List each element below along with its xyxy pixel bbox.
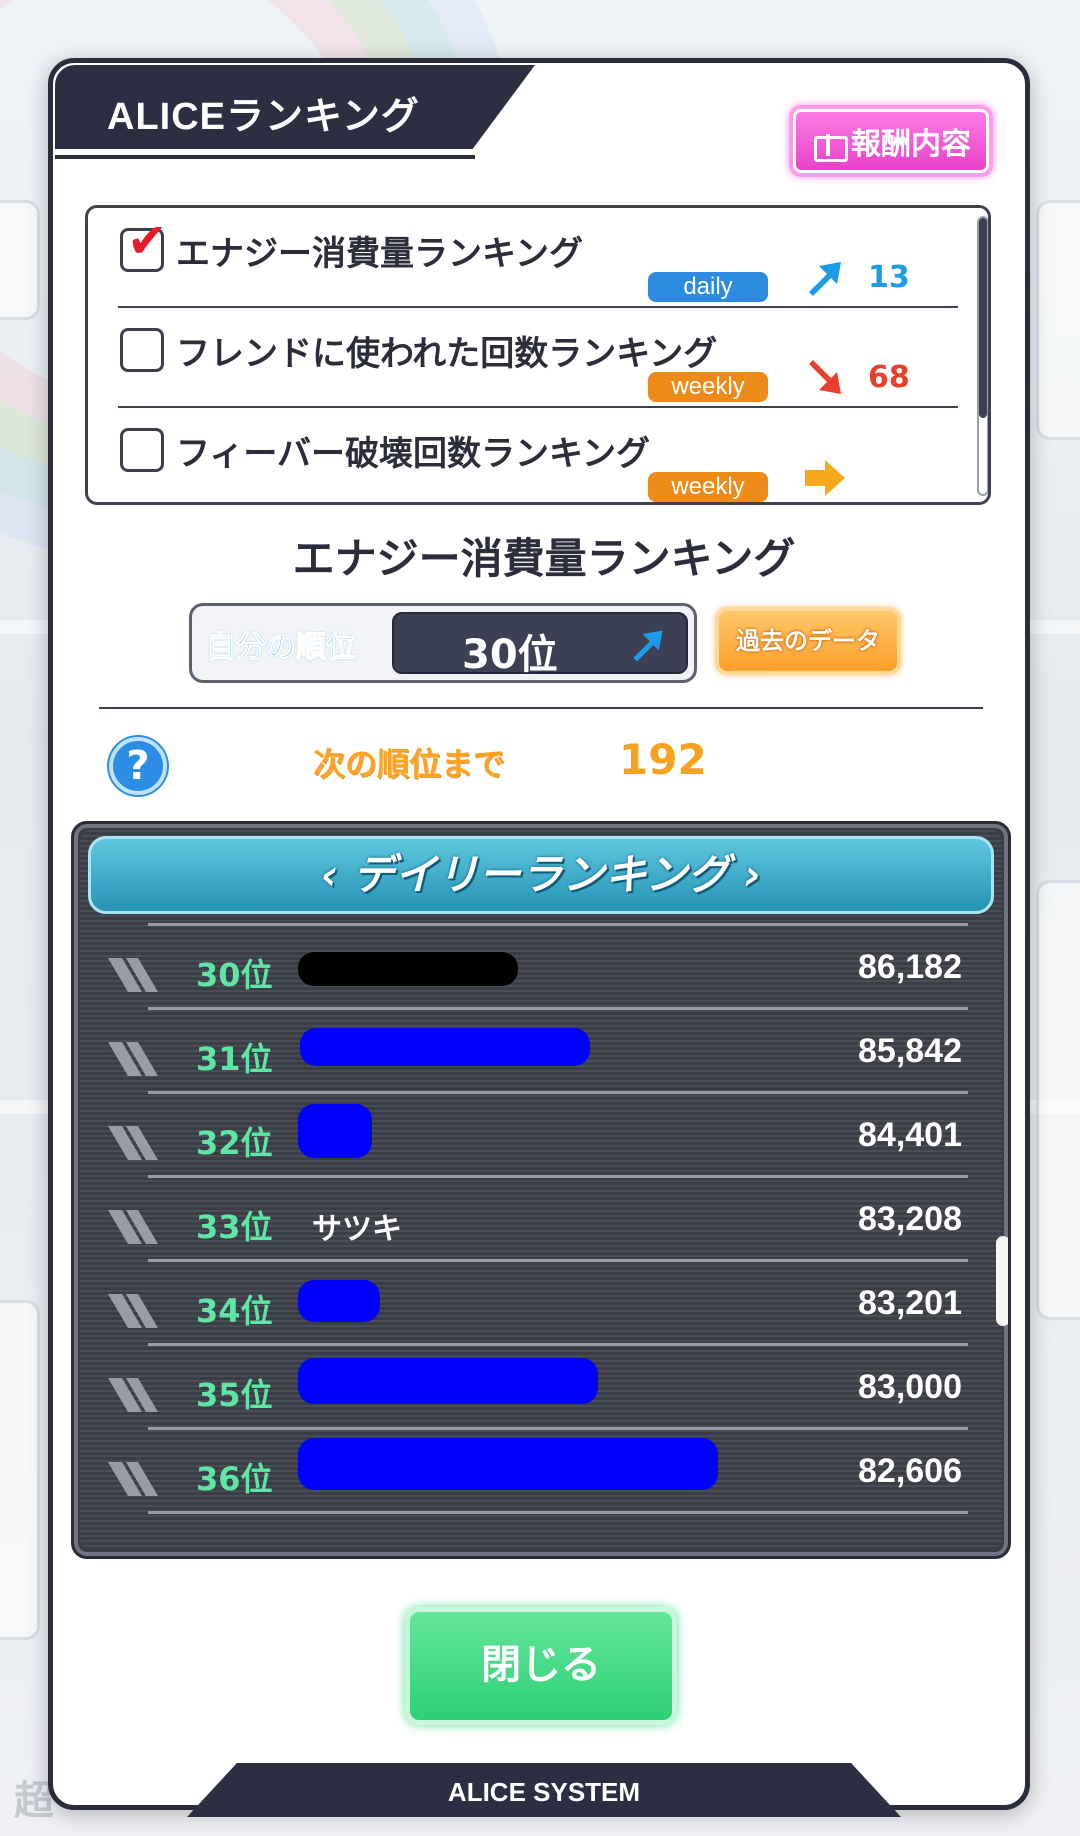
leaderboard-header: ‹ デイリーランキング › <box>88 836 994 914</box>
reward-button-label: 報酬内容 <box>851 127 971 162</box>
rank-slash-icon <box>108 1378 158 1412</box>
section-divider <box>99 707 983 709</box>
background-card <box>1036 200 1080 440</box>
row-score: 84,401 <box>858 1116 962 1154</box>
table-row: 33位 サツキ 83,208 <box>88 1178 968 1262</box>
my-rank-box: 自分の順位 30位 <box>189 603 697 683</box>
period-badge: weekly <box>648 472 768 502</box>
panel-title: ALICEランキング <box>107 96 420 138</box>
next-rank-label: 次の順位まで <box>313 745 506 783</box>
table-row: 35位 83,000 <box>88 1346 968 1430</box>
rank-slash-icon <box>108 1210 158 1244</box>
redacted-name <box>298 1358 598 1404</box>
ranking-checkbox[interactable]: ✔ <box>120 217 167 272</box>
row-rank: 30位 <box>196 956 273 994</box>
arrow-up-right-icon <box>809 262 841 296</box>
my-rank-value: 30位 <box>462 632 558 678</box>
ranking-checkbox[interactable] <box>120 428 164 472</box>
row-score: 85,842 <box>858 1032 962 1070</box>
background-card <box>0 1300 40 1640</box>
table-row: 34位 83,201 <box>88 1262 968 1346</box>
ranking-type-list[interactable]: ✔ エナジー消費量ランキング daily 13 フレンドに使われた回数ランキング… <box>85 205 991 505</box>
title-underline <box>55 155 475 159</box>
ranking-type-item[interactable]: フレンドに使われた回数ランキング weekly 68 <box>88 308 958 408</box>
row-rank: 31位 <box>196 1040 273 1078</box>
row-score: 83,201 <box>858 1284 962 1322</box>
row-score: 86,182 <box>858 948 962 986</box>
redacted-name <box>298 1104 372 1158</box>
redacted-name <box>298 1280 380 1322</box>
question-icon[interactable]: ? <box>109 737 167 795</box>
ranking-list-scroll-thumb[interactable] <box>979 218 987 418</box>
rank-change-value: 68 <box>868 360 910 395</box>
my-rank-label: 自分の順位 <box>206 630 357 666</box>
row-rank: 35位 <box>196 1376 273 1414</box>
arrow-right-icon <box>805 460 845 496</box>
ranking-checkbox[interactable] <box>120 328 164 372</box>
ranking-panel: ALICEランキング 報酬内容 ✔ エナジー消費量ランキング daily 13 … <box>48 58 1030 1817</box>
selected-ranking-title: エナジー消費量ランキング <box>292 534 796 583</box>
row-divider <box>148 1511 968 1514</box>
background-card <box>0 200 40 320</box>
ranking-type-item[interactable]: フィーバー破壊回数ランキング weekly <box>88 408 958 502</box>
gift-icon <box>811 124 848 162</box>
arrow-down-right-icon <box>809 360 841 394</box>
background-card <box>1036 880 1080 1320</box>
period-badge: daily <box>648 272 768 302</box>
ranking-type-name: エナジー消費量ランキング <box>176 234 583 274</box>
table-row: 31位 85,842 <box>88 1010 968 1094</box>
footer-text: ALICE SYSTEM <box>447 1777 641 1807</box>
my-rank-value-box: 30位 <box>392 612 688 678</box>
rank-slash-icon <box>108 1294 158 1328</box>
close-button[interactable]: 閉じる <box>405 1607 677 1725</box>
leaderboard[interactable]: ‹ デイリーランキング › 30位 86,182 31位 85,842 32位 … <box>71 821 1011 1559</box>
rank-slash-icon <box>108 958 158 992</box>
row-rank: 36位 <box>196 1460 273 1498</box>
row-rank: 32位 <box>196 1124 273 1162</box>
ranking-type-name: フレンドに使われた回数ランキング <box>176 334 718 374</box>
arrow-up-right-icon <box>633 630 663 662</box>
rank-slash-icon <box>108 1462 158 1496</box>
redacted-name <box>300 1028 590 1066</box>
row-score: 83,000 <box>858 1368 962 1406</box>
redacted-name <box>298 1438 718 1490</box>
rank-change-value: 13 <box>868 260 910 295</box>
next-rank-value: 192 <box>619 735 707 784</box>
table-row: 30位 86,182 <box>88 926 968 1010</box>
ranking-type-item[interactable]: ✔ エナジー消費量ランキング daily 13 <box>88 208 958 308</box>
row-player-name: サツキ <box>312 1212 402 1247</box>
leaderboard-scrollbar[interactable] <box>996 1236 1008 1326</box>
ranking-type-name: フィーバー破壊回数ランキング <box>176 434 650 474</box>
reward-button[interactable]: 報酬内容 <box>789 105 993 177</box>
check-icon: ✔ <box>127 213 168 269</box>
rank-slash-icon <box>108 1042 158 1076</box>
period-badge: weekly <box>648 372 768 402</box>
row-rank: 34位 <box>196 1292 273 1330</box>
row-rank: 33位 <box>196 1208 273 1246</box>
table-row-partial <box>88 916 968 926</box>
row-score: 83,208 <box>858 1200 962 1238</box>
redacted-name <box>298 952 518 986</box>
table-row: 32位 84,401 <box>88 1094 968 1178</box>
row-score: 82,606 <box>858 1452 962 1490</box>
past-data-button[interactable]: 過去のデータ <box>715 607 901 675</box>
footer-bar: ALICE SYSTEM <box>187 1763 901 1817</box>
table-row: 36位 82,606 <box>88 1430 968 1514</box>
rank-slash-icon <box>108 1126 158 1160</box>
